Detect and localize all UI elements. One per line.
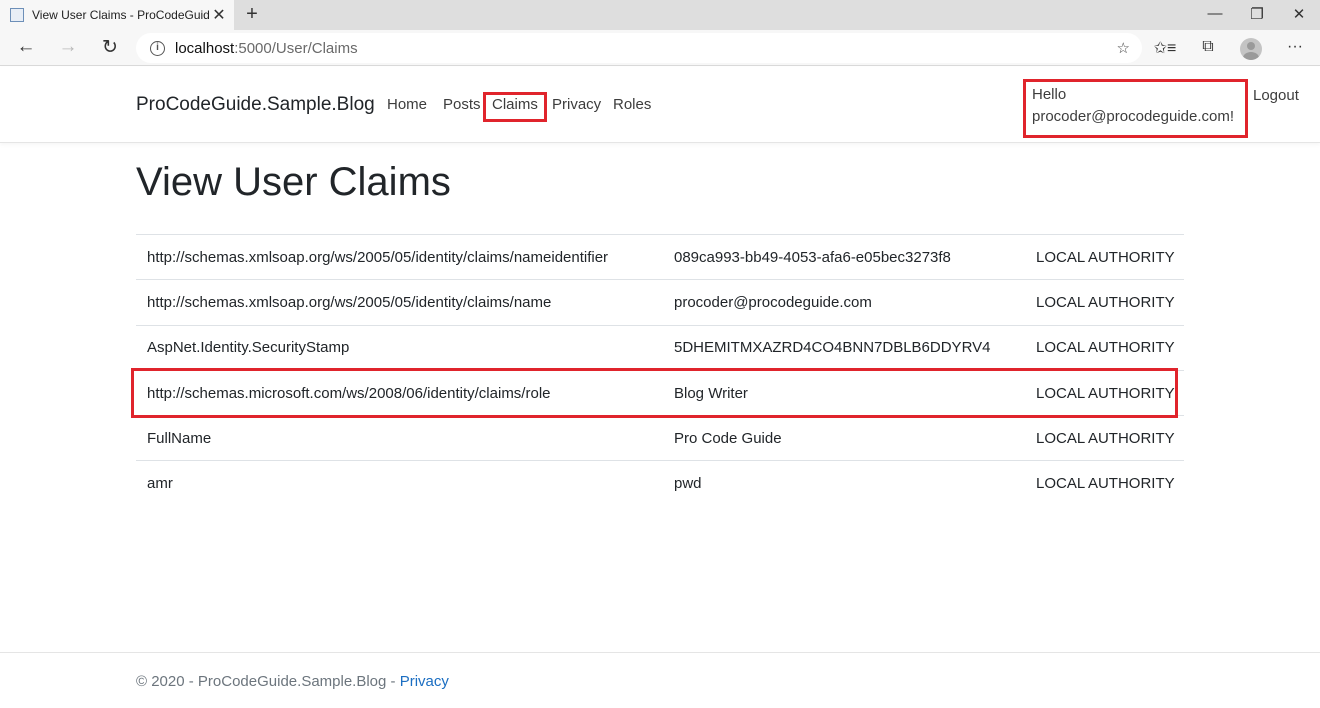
claim-value: Pro Code Guide xyxy=(663,415,1025,461)
claim-issuer: LOCAL AUTHORITY xyxy=(1025,324,1184,371)
page-title: View User Claims xyxy=(136,160,451,204)
tab-close-icon[interactable]: ✕ xyxy=(210,5,228,25)
favorites-icon[interactable]: ✩≡ xyxy=(1153,38,1177,58)
url-path: :5000/User/Claims xyxy=(234,39,358,57)
claim-type: http://schemas.xmlsoap.org/ws/2005/05/id… xyxy=(136,233,663,280)
add-favorite-icon[interactable]: ☆ xyxy=(1117,39,1130,57)
claim-value: pwd xyxy=(663,460,1025,507)
claim-value: procoder@procodeguide.com xyxy=(663,279,1025,326)
claims-highlight-box xyxy=(483,92,547,122)
nav-link-roles[interactable]: Roles xyxy=(613,96,651,113)
claim-issuer: LOCAL AUTHORITY xyxy=(1025,279,1184,326)
claim-type: AspNet.Identity.SecurityStamp xyxy=(136,324,663,371)
new-tab-icon[interactable]: + xyxy=(240,3,264,26)
nav-link-privacy[interactable]: Privacy xyxy=(552,96,601,113)
table-row: AspNet.Identity.SecurityStamp 5DHEMITMXA… xyxy=(136,324,1184,371)
site-brand-link[interactable]: ProCodeGuide.Sample.Blog xyxy=(136,94,375,116)
user-highlight-box xyxy=(1023,79,1248,138)
claim-issuer: LOCAL AUTHORITY xyxy=(1025,233,1184,280)
more-menu-icon[interactable]: ··· xyxy=(1283,38,1307,56)
site-navbar: ProCodeGuide.Sample.Blog Home Posts Clai… xyxy=(0,67,1320,143)
page-favicon-icon xyxy=(10,8,24,22)
role-row-highlight-box xyxy=(131,368,1178,418)
browser-toolbar: ← → ↻ i localhost:5000/User/Claims ☆ ✩≡ … xyxy=(0,30,1320,66)
minimize-icon[interactable]: — xyxy=(1205,5,1225,22)
window-close-icon[interactable]: ✕ xyxy=(1289,5,1309,23)
claim-issuer: LOCAL AUTHORITY xyxy=(1025,460,1184,507)
url-host: localhost xyxy=(175,39,235,57)
logout-button[interactable]: Logout xyxy=(1253,87,1299,104)
site-info-icon[interactable]: i xyxy=(150,40,165,56)
refresh-icon[interactable]: ↻ xyxy=(98,36,122,59)
page-footer: © 2020 - ProCodeGuide.Sample.Blog - Priv… xyxy=(0,652,1320,708)
profile-avatar-icon[interactable] xyxy=(1240,38,1262,60)
footer-copyright: © 2020 - ProCodeGuide.Sample.Blog - Priv… xyxy=(136,673,449,690)
forward-arrow-icon[interactable]: → xyxy=(56,36,80,58)
browser-tab[interactable]: View User Claims - ProCodeGuid ✕ xyxy=(0,0,234,30)
table-row: FullName Pro Code Guide LOCAL AUTHORITY xyxy=(136,415,1184,461)
tab-strip: View User Claims - ProCodeGuid ✕ + — ❐ ✕ xyxy=(0,0,1320,30)
claim-type: http://schemas.xmlsoap.org/ws/2005/05/id… xyxy=(136,279,663,326)
nav-link-home[interactable]: Home xyxy=(387,96,427,113)
table-row: amr pwd LOCAL AUTHORITY xyxy=(136,460,1184,507)
claim-issuer: LOCAL AUTHORITY xyxy=(1025,415,1184,461)
table-row: http://schemas.xmlsoap.org/ws/2005/05/id… xyxy=(136,233,1184,280)
footer-text: © 2020 - ProCodeGuide.Sample.Blog - xyxy=(136,673,400,690)
claim-type: FullName xyxy=(136,415,663,461)
table-row: http://schemas.xmlsoap.org/ws/2005/05/id… xyxy=(136,279,1184,326)
back-arrow-icon[interactable]: ← xyxy=(14,36,38,58)
footer-privacy-link[interactable]: Privacy xyxy=(400,673,449,690)
claim-value: 5DHEMITMXAZRD4CO4BNN7DBLB6DDYRV4 xyxy=(663,324,1025,371)
restore-icon[interactable]: ❐ xyxy=(1247,5,1267,23)
address-bar[interactable]: i localhost:5000/User/Claims ☆ xyxy=(136,33,1142,63)
claim-type: amr xyxy=(136,460,663,507)
nav-link-posts[interactable]: Posts xyxy=(443,96,481,113)
tab-title: View User Claims - ProCodeGuid xyxy=(32,8,210,22)
claim-value: 089ca993-bb49-4053-afa6-e05bec3273f8 xyxy=(663,233,1025,280)
collections-icon[interactable]: ⧉ xyxy=(1196,38,1220,56)
